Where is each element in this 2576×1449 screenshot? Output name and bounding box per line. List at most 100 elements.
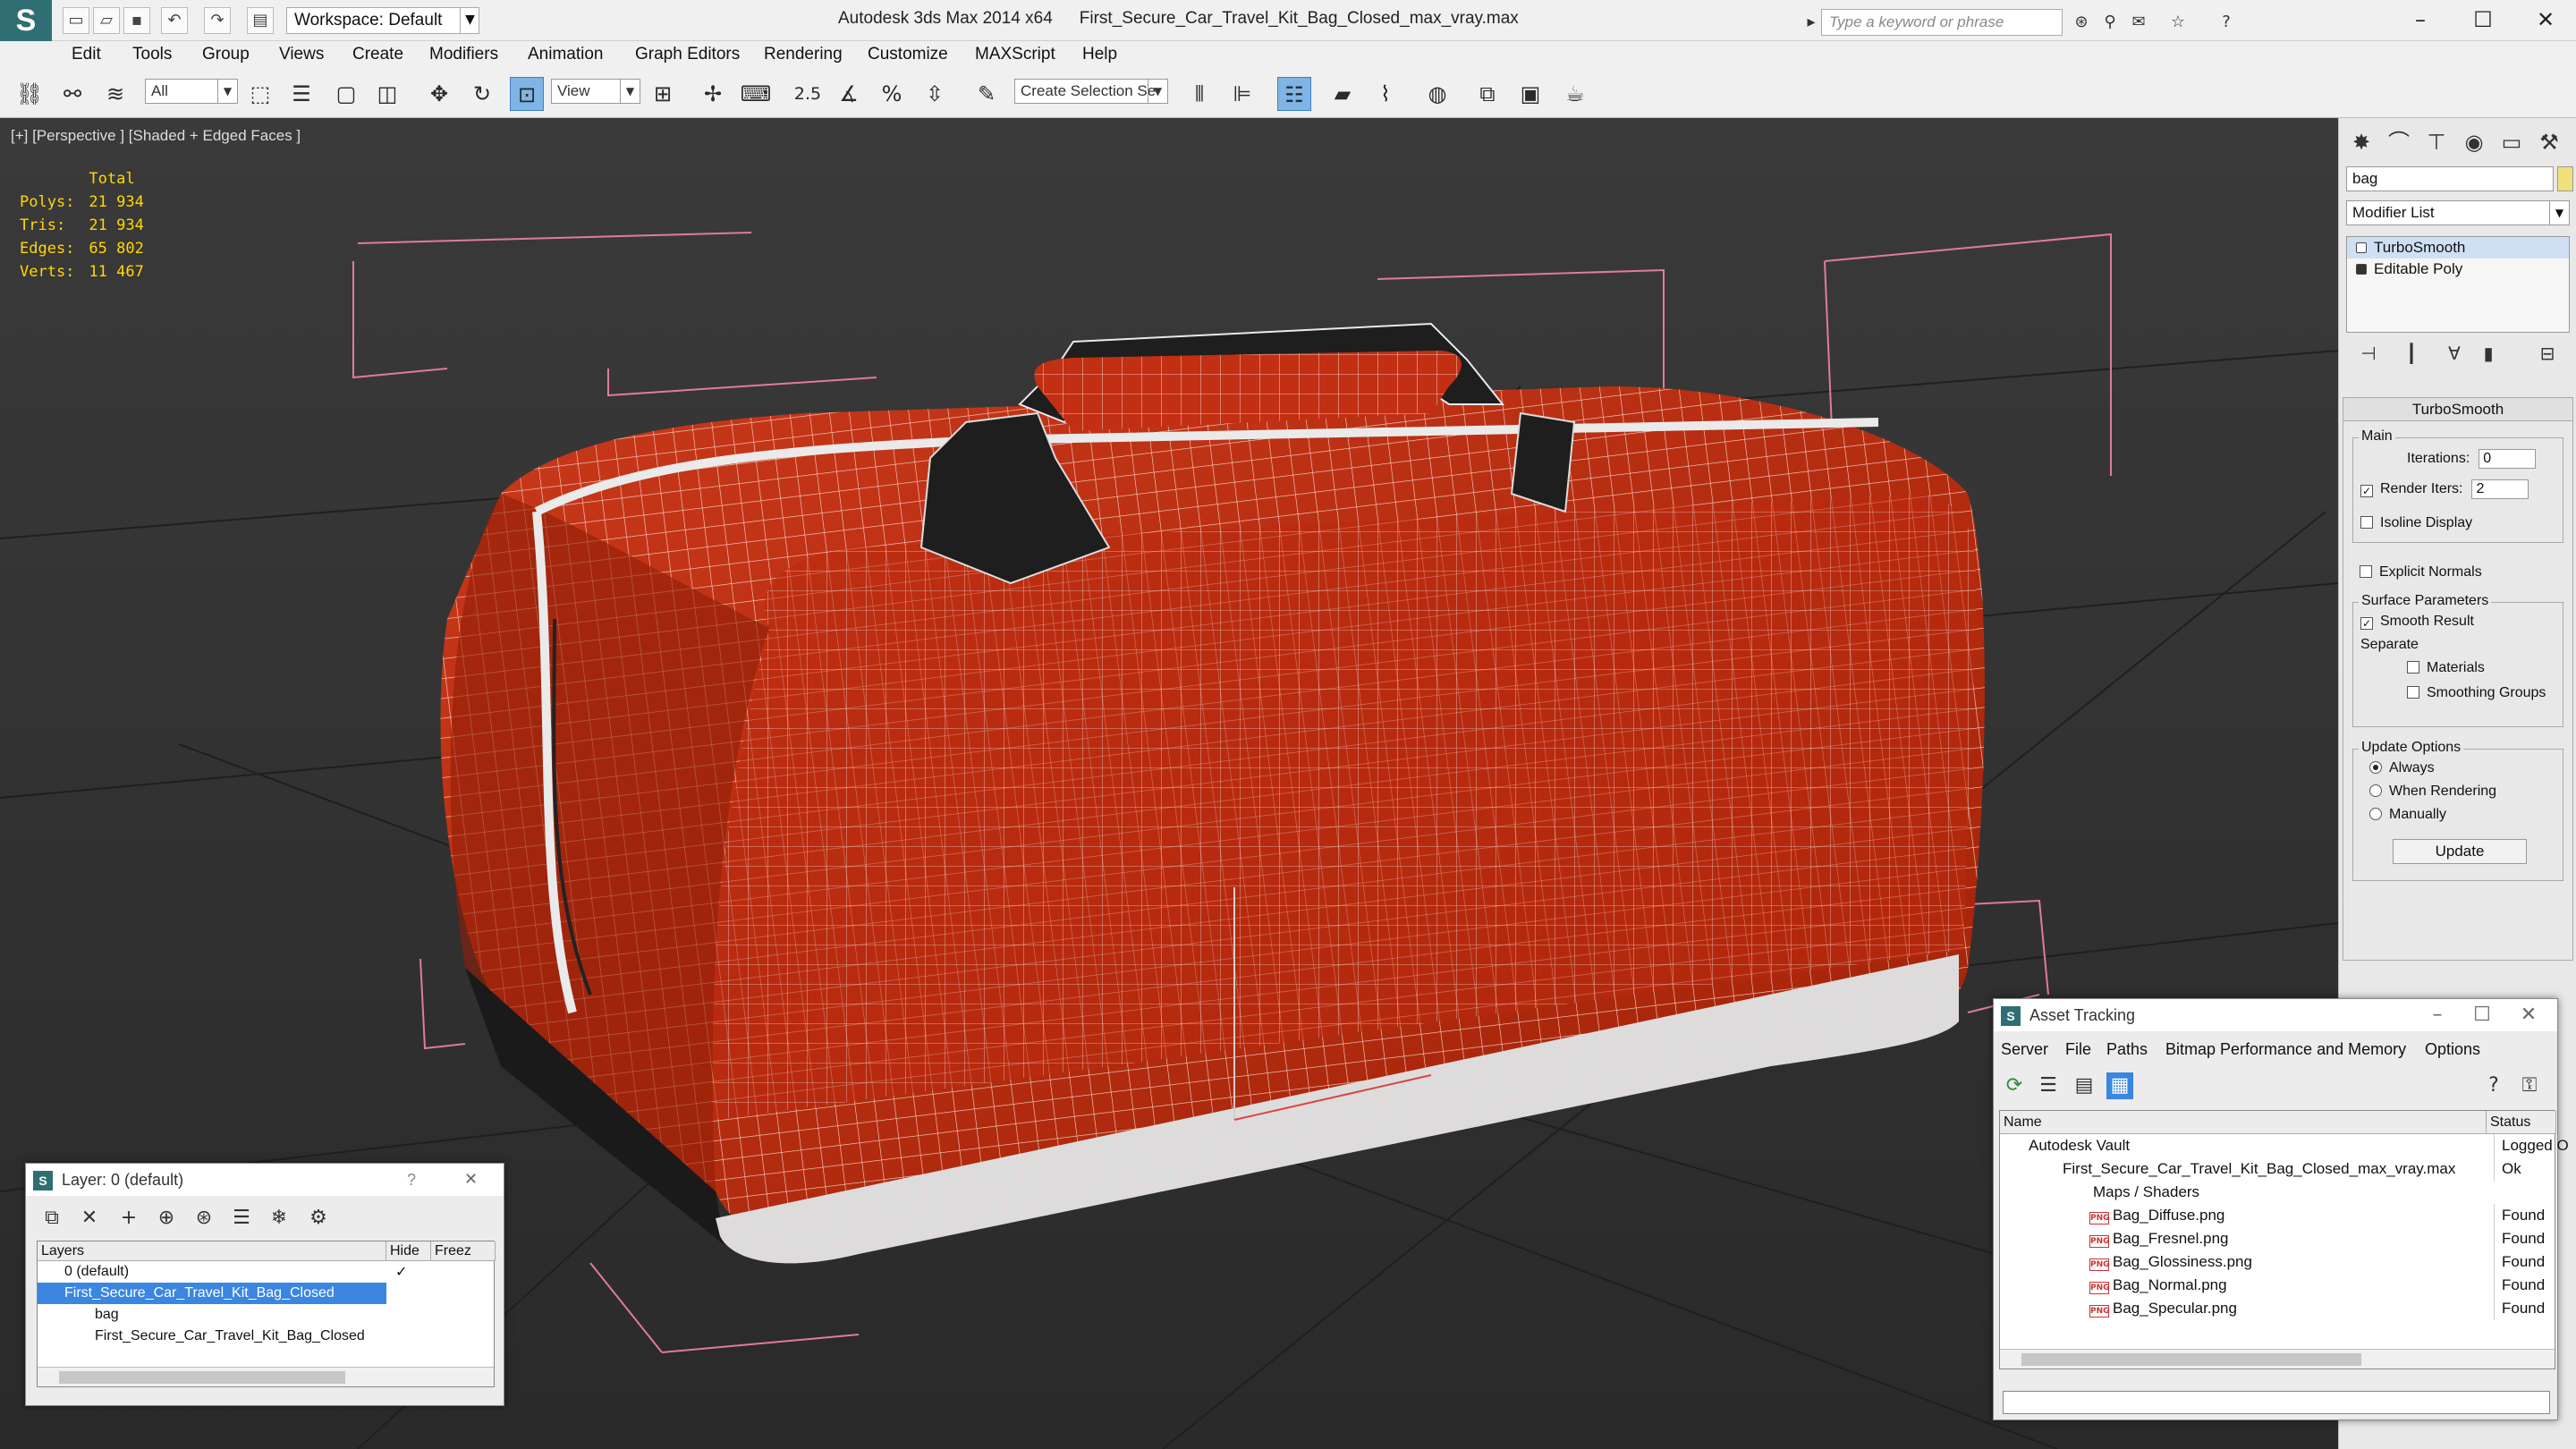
help-icon[interactable]: ? [2215,11,2238,34]
smooth-result-row[interactable]: ✓ Smooth Result [2360,614,2474,630]
layer-properties-icon[interactable]: ⚙ [305,1205,332,1232]
spinner-snap-icon[interactable]: ⇳ [918,77,952,111]
link-icon[interactable]: ⛓ [13,77,47,111]
asset-row[interactable]: First_Secure_Car_Travel_Kit_Bag_Closed_m… [2000,1157,2555,1181]
select-manipulate-icon[interactable]: ✢ [696,77,730,111]
motion-tab-icon[interactable]: ◉ [2457,127,2491,157]
minimize-icon[interactable]: – [2419,1003,2455,1028]
utilities-tab-icon[interactable]: ⚒ [2532,127,2566,157]
maximize-icon[interactable]: ☐ [2456,4,2510,36]
vault-help-icon[interactable]: ? [2480,1072,2507,1099]
menu-maxscript[interactable]: MAXScript [975,45,1055,64]
horizontal-scrollbar[interactable] [38,1367,494,1386]
search-input[interactable]: Type a keyword or phrase [1821,9,2063,36]
rotate-icon[interactable]: ↻ [465,77,499,111]
asset-path-field[interactable] [2003,1391,2550,1414]
select-by-name-icon[interactable]: ☰ [284,77,318,111]
smoothing-groups-row[interactable]: Smoothing Groups [2407,685,2546,701]
column-header-status[interactable]: Status [2487,1111,2556,1134]
column-header-freeze[interactable]: Freez [431,1241,496,1261]
list-view-icon[interactable]: ☰ [2035,1072,2062,1099]
create-tab-icon[interactable]: ✸ [2344,127,2378,157]
configure-sets-icon[interactable]: ⊟ [2534,340,2561,367]
asset-row[interactable]: PNG Bag_Specular.png Found [2000,1297,2555,1320]
table-view-icon[interactable]: ▤ [2071,1072,2097,1099]
layer-row[interactable]: 0 (default) ✓ [38,1261,494,1283]
asset-row[interactable]: PNG Bag_Normal.png Found [2000,1274,2555,1297]
menu-edit[interactable]: Edit [72,45,101,64]
app-logo-icon[interactable]: S [0,0,52,41]
modify-tab-icon[interactable]: ⌒ [2382,127,2416,157]
render-production-icon[interactable]: ☕ [1558,77,1592,111]
open-file-icon[interactable]: ▱ [93,7,120,34]
close-icon[interactable]: ✕ [464,1164,478,1196]
percent-snap-icon[interactable]: % [875,77,909,111]
add-to-layer-icon[interactable]: + [115,1205,142,1232]
modifier-list-dropdown[interactable]: Modifier List ▼ [2346,200,2570,225]
selection-filter-dropdown[interactable]: All ▼ [145,79,238,104]
display-tab-icon[interactable]: ▭ [2495,127,2529,157]
close-icon[interactable]: ✕ [2519,4,2572,36]
asset-row[interactable]: PNG Bag_Fresnel.png Found [2000,1227,2555,1250]
pivot-center-icon[interactable]: ⊞ [646,77,680,111]
manually-row[interactable]: Manually [2369,807,2446,823]
always-row[interactable]: Always [2369,760,2435,776]
menu-group[interactable]: Group [202,45,250,64]
menu-help[interactable]: Help [1082,45,1117,64]
show-end-result-icon[interactable]: ┃ [2398,340,2425,367]
align-icon[interactable]: ⊫ [1225,77,1259,111]
active-layer-check-icon[interactable]: ✓ [395,1261,407,1283]
materials-row[interactable]: Materials [2407,660,2485,676]
vault-login-icon[interactable]: ⚿ [2516,1072,2543,1099]
object-name-field[interactable]: bag [2346,166,2554,191]
materials-checkbox[interactable] [2407,661,2419,674]
refresh-icon[interactable]: ⟳ [2001,1072,2028,1099]
make-unique-icon[interactable]: ∀ [2441,340,2468,367]
expand-arrow-icon[interactable]: ▸ [1800,11,1823,34]
material-editor-icon[interactable]: ◍ [1420,77,1454,111]
column-header-hide[interactable]: Hide [386,1241,431,1261]
edit-named-selection-icon[interactable]: ✎ [970,77,1004,111]
menu-create[interactable]: Create [352,45,403,64]
window-crossing-icon[interactable]: ◫ [370,77,404,111]
horizontal-scrollbar[interactable] [2000,1349,2555,1368]
explicit-normals-row[interactable]: Explicit Normals [2360,564,2482,580]
render-iters-checkbox[interactable]: ✓ [2360,485,2373,498]
layer-manager-icon[interactable]: ☷ [1277,77,1311,111]
scale-icon[interactable]: ⊡ [510,77,544,111]
project-folder-icon[interactable]: ▤ [247,7,274,34]
communication-icon[interactable]: ✉ [2127,11,2150,34]
asset-row[interactable]: PNG Bag_Diffuse.png Found [2000,1204,2555,1227]
favorites-star-icon[interactable]: ☆ [2166,11,2190,34]
menu-customize[interactable]: Customize [868,45,948,64]
asset-row[interactable]: PNG Bag_Glossiness.png Found [2000,1250,2555,1274]
curve-editor-icon[interactable]: ⌇ [1368,77,1402,111]
when-rendering-row[interactable]: When Rendering [2369,784,2496,800]
binoculars-icon[interactable]: ⊛ [2070,11,2093,34]
close-icon[interactable]: ✕ [2511,1003,2546,1028]
rendered-frame-window-icon[interactable]: ▣ [1513,77,1547,111]
named-selection-dropdown[interactable]: Create Selection Se ▼ [1014,79,1168,104]
menu-options[interactable]: Options [2425,1040,2480,1059]
column-header-name[interactable]: Name [2000,1111,2487,1134]
rectangular-selection-icon[interactable]: ▢ [329,77,363,111]
undo-icon[interactable]: ↶ [161,7,188,34]
viewport-label[interactable]: [+] [Perspective ] [Shaded + Edged Faces… [11,127,301,145]
snaps-toggle-icon[interactable]: 2.5 [791,77,825,111]
asset-row[interactable]: Maps / Shaders [2000,1181,2555,1204]
manually-radio[interactable] [2369,808,2382,820]
reference-coordinate-dropdown[interactable]: View ▼ [551,79,640,104]
menu-tools[interactable]: Tools [132,45,172,64]
isoline-row[interactable]: Isoline Display [2360,515,2472,531]
keyboard-shortcut-icon[interactable]: ⌨ [739,77,773,111]
always-radio[interactable] [2369,761,2382,774]
new-file-icon[interactable]: ▭ [63,7,89,34]
column-header-layers[interactable]: Layers [38,1241,386,1261]
hierarchy-tab-icon[interactable]: ⊤ [2419,127,2453,157]
move-icon[interactable]: ✥ [422,77,456,111]
render-setup-icon[interactable]: ⧉ [1470,77,1504,111]
redo-icon[interactable]: ↷ [204,7,231,34]
iterations-spinner[interactable]: 0 [2479,449,2537,469]
menu-file[interactable]: File [2065,1040,2091,1059]
hide-all-layers-icon[interactable]: ☰ [228,1205,255,1232]
